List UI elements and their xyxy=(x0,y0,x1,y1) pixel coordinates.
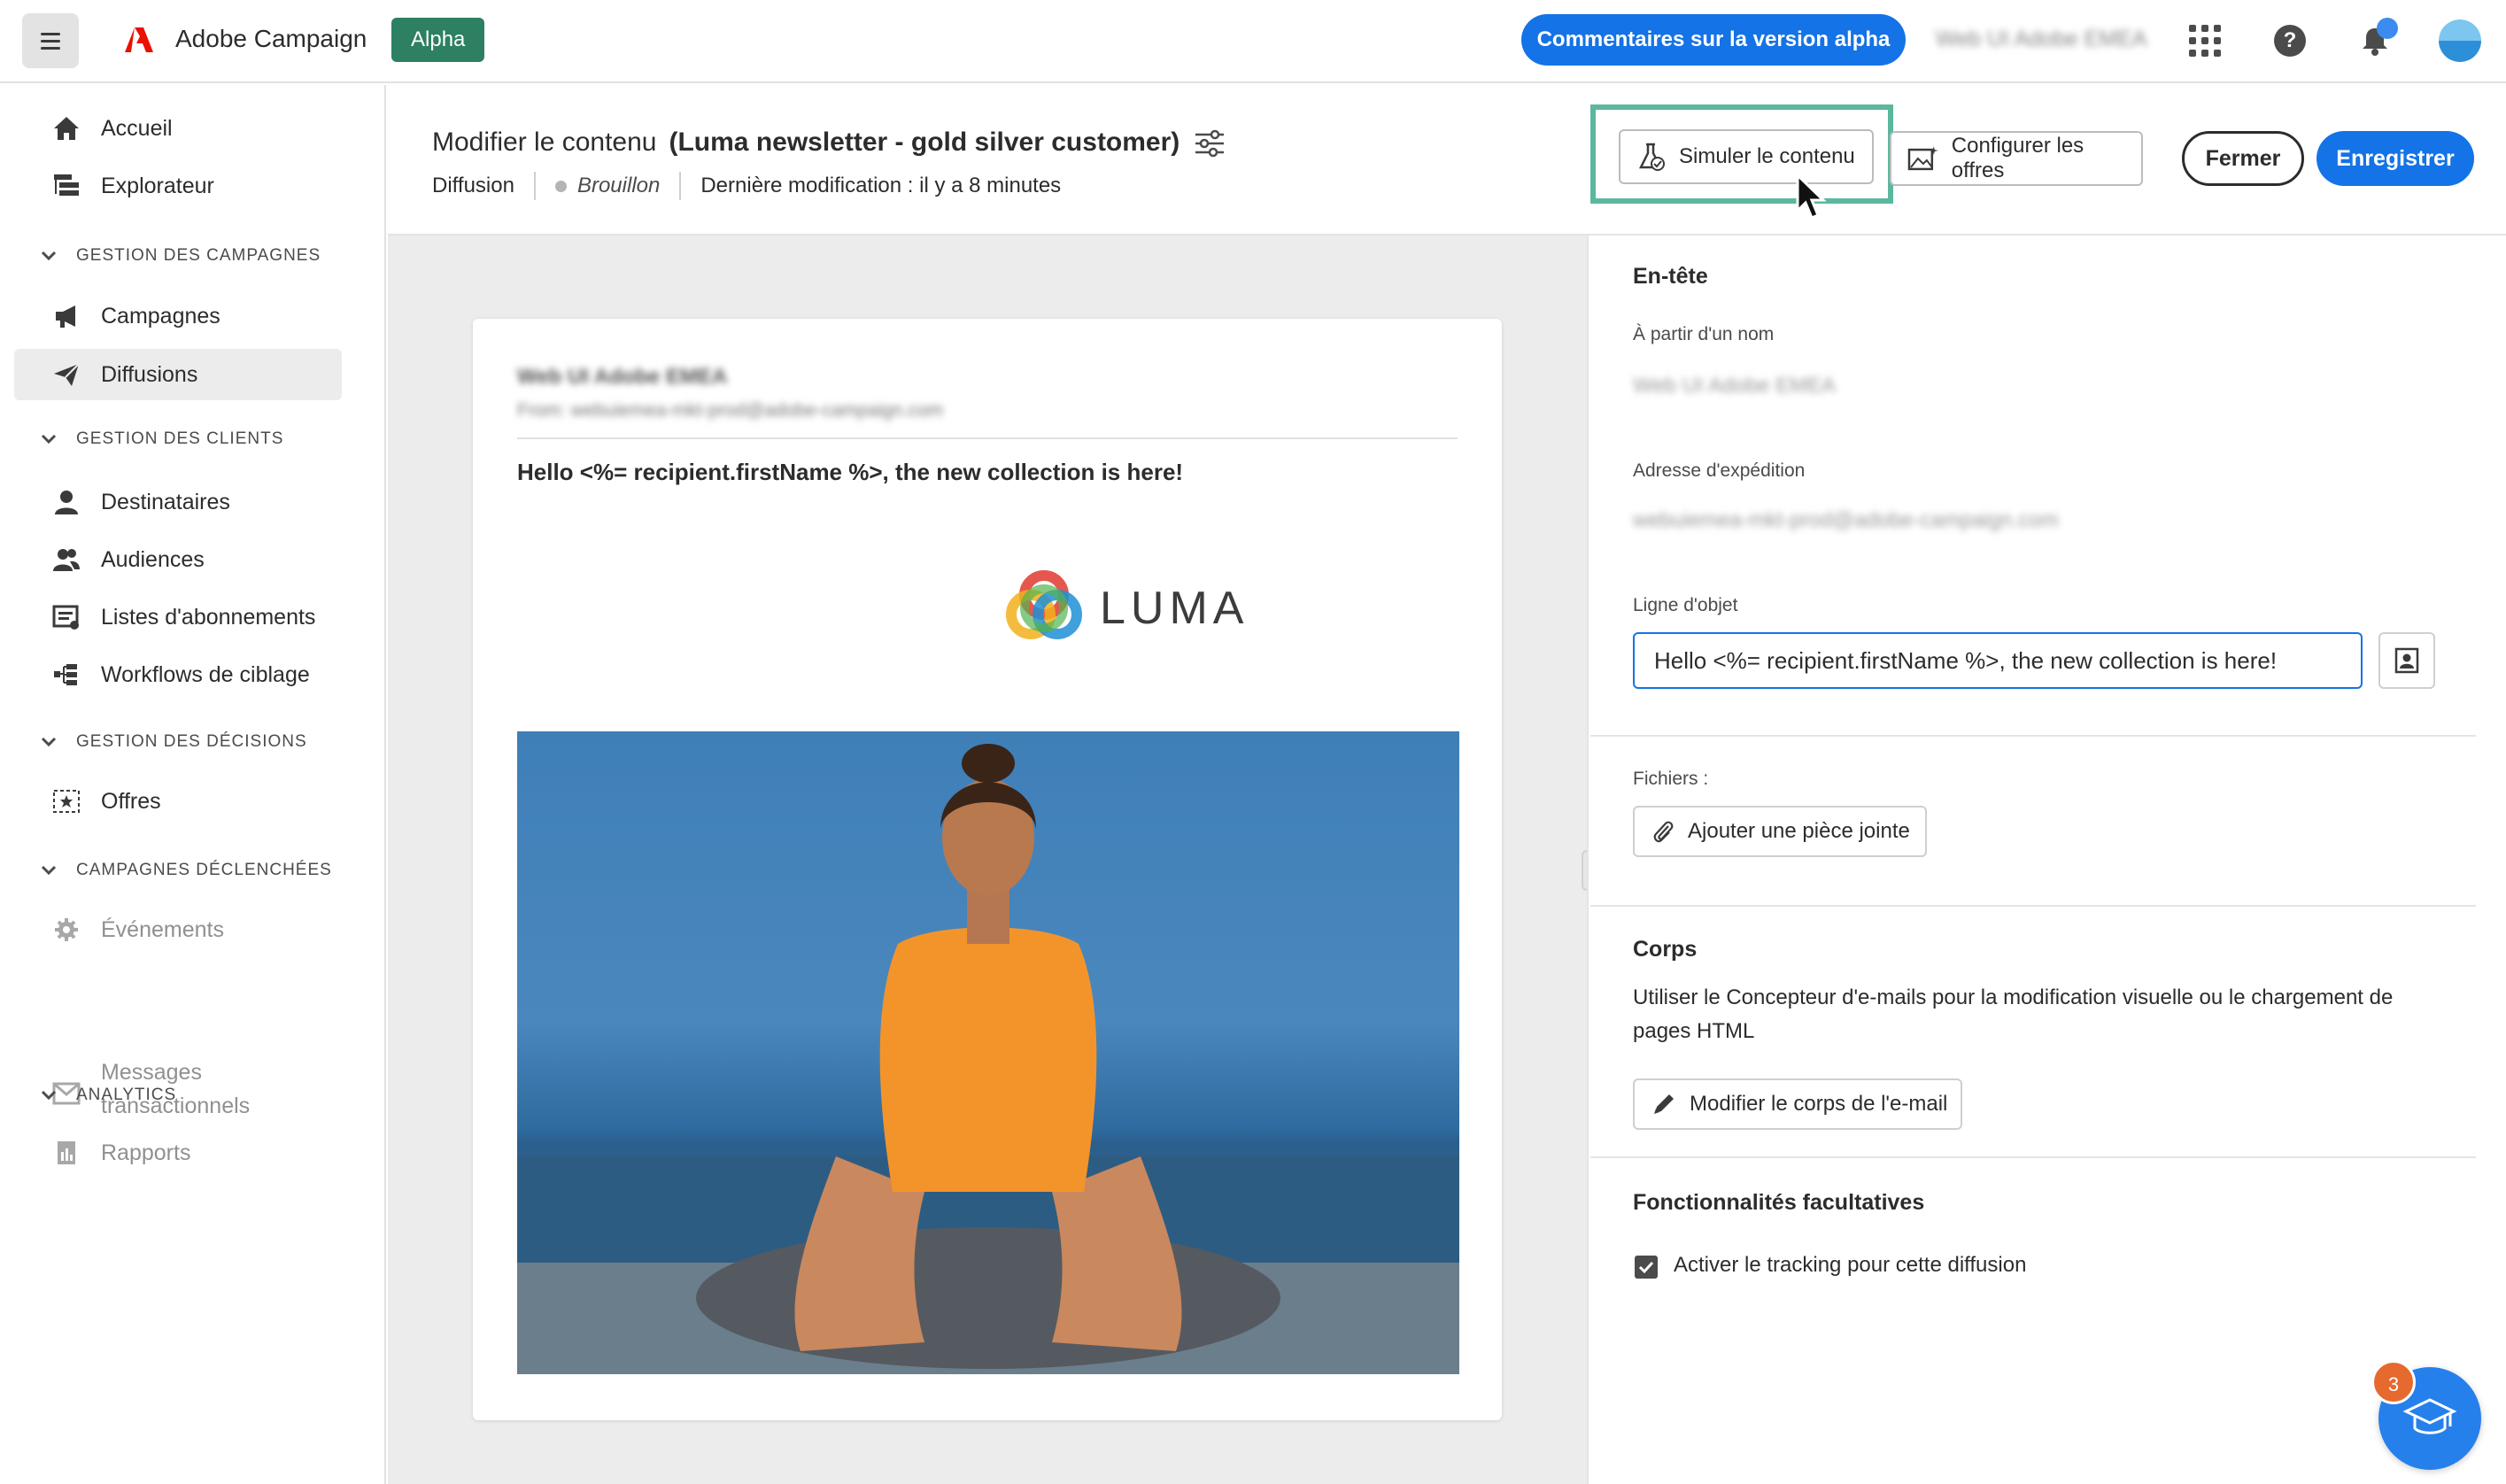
learn-count-badge: 3 xyxy=(2371,1360,2416,1404)
sidebar-item-workflows[interactable]: Workflows de ciblage xyxy=(14,649,342,700)
personalize-button[interactable] xyxy=(2378,632,2435,689)
section-decisions[interactable]: GESTION DES DÉCISIONS xyxy=(39,729,307,755)
tracking-label[interactable]: Activer le tracking pour cette diffusion xyxy=(1674,1253,2026,1278)
section-campaigns[interactable]: GESTION DES CAMPAGNES xyxy=(39,243,321,269)
notification-dot xyxy=(2377,18,2398,39)
sidebar-item-campaigns[interactable]: Campagnes xyxy=(14,290,342,342)
contact-card-icon xyxy=(2394,647,2419,674)
report-icon xyxy=(58,1141,75,1164)
gear-icon xyxy=(55,918,78,941)
user-icon xyxy=(55,491,78,514)
settings-sliders-icon[interactable] xyxy=(1192,126,1227,161)
sidebar-item-deliveries[interactable]: Diffusions xyxy=(14,349,342,400)
workflow-icon xyxy=(54,664,77,685)
sidebar-item-reports[interactable]: Rapports xyxy=(14,1127,342,1179)
from-address-value: webuiemea-mkt-prod@adobe-campaign.com xyxy=(1633,508,2059,532)
email-preview-card: Web UI Adobe EMEA From: webuiemea-mkt-pr… xyxy=(473,319,1502,1420)
luma-logo-icon xyxy=(1006,570,1082,639)
mouse-cursor-icon xyxy=(1796,174,1827,220)
sidebar-item-recipients[interactable]: Destinataires xyxy=(14,476,342,528)
offer-icon xyxy=(53,790,80,813)
sidebar: Accueil Explorateur GESTION DES CAMPAGNE… xyxy=(0,85,386,1484)
megaphone-icon xyxy=(56,305,75,328)
last-modified: Dernière modification : il y a 8 minutes xyxy=(700,174,1062,197)
menu-icon[interactable] xyxy=(22,13,79,68)
chevron-down-icon xyxy=(41,251,57,261)
alpha-badge: Alpha xyxy=(391,18,485,62)
chevron-down-icon xyxy=(41,737,57,747)
graduation-cap-icon xyxy=(2402,1398,2457,1434)
app-name[interactable]: Adobe Campaign xyxy=(175,25,367,53)
files-label: Fichiers : xyxy=(1633,769,1709,789)
email-preview-area: Web UI Adobe EMEA From: webuiemea-mkt-pr… xyxy=(388,236,1587,1484)
preview-from-address: From: webuiemea-mkt-prod@adobe-campaign.… xyxy=(517,400,944,421)
email-body-preview[interactable]: LUMA xyxy=(517,517,1459,1374)
properties-panel: En-tête À partir d'un nom Web UI Adobe E… xyxy=(1587,236,2506,1484)
close-button[interactable]: Fermer xyxy=(2182,131,2304,186)
delivery-meta: Diffusion Brouillon Dernière modificatio… xyxy=(432,172,1061,200)
send-icon xyxy=(54,363,80,386)
configure-offers-button[interactable]: Configurer les offres xyxy=(1890,131,2143,186)
org-switcher[interactable]: Web UI Adobe EMEA xyxy=(1936,27,2147,52)
status-dot xyxy=(554,180,567,192)
sidebar-item-explorer[interactable]: Explorateur xyxy=(14,160,342,212)
from-name-label: À partir d'un nom xyxy=(1633,324,1775,344)
from-name-value: Web UI Adobe EMEA xyxy=(1633,374,1837,398)
home-icon xyxy=(54,117,79,140)
paperclip-icon xyxy=(1653,821,1674,843)
delivery-name: (Luma newsletter - gold silver customer) xyxy=(669,128,1180,157)
sidebar-item-audiences[interactable]: Audiences xyxy=(14,534,342,585)
chevron-down-icon xyxy=(41,865,57,876)
header-section-title: En-tête xyxy=(1633,264,1708,289)
checkmark-icon xyxy=(1638,1261,1654,1274)
pencil-icon xyxy=(1654,1094,1674,1114)
divider xyxy=(1590,735,2476,737)
sidebar-item-home[interactable]: Accueil xyxy=(14,103,342,154)
yoga-woman-illustration xyxy=(517,744,1459,1374)
section-triggered[interactable]: CAMPAGNES DÉCLENCHÉES xyxy=(39,857,332,884)
list-icon xyxy=(52,605,79,630)
sidebar-item-subscriptions[interactable]: Listes d'abonnements xyxy=(14,591,342,643)
page-title: Modifier le contenu (Luma newsletter - go… xyxy=(432,128,1180,157)
preview-from-name: Web UI Adobe EMEA xyxy=(517,365,728,389)
feedback-button[interactable]: Commentaires sur la version alpha xyxy=(1521,14,1906,66)
sidebar-item-events[interactable]: Événements xyxy=(14,904,342,955)
body-section-title: Corps xyxy=(1633,937,1698,962)
explorer-icon xyxy=(54,174,79,196)
section-analytics[interactable]: ANALYTICS xyxy=(39,1082,176,1109)
divider xyxy=(517,437,1458,439)
help-icon[interactable]: ? xyxy=(2274,25,2306,57)
simulate-content-button[interactable]: Simuler le contenu xyxy=(1619,129,1874,184)
subject-input[interactable]: Hello <%= recipient.firstName %>, the ne… xyxy=(1633,632,2363,689)
divider xyxy=(1590,1156,2476,1158)
preview-subject: Hello <%= recipient.firstName %>, the ne… xyxy=(517,459,1184,485)
save-button[interactable]: Enregistrer xyxy=(2317,131,2474,186)
section-customers[interactable]: GESTION DES CLIENTS xyxy=(39,426,283,452)
top-bar: Adobe Campaign Alpha Commentaires sur la… xyxy=(0,0,2506,83)
luma-logo: LUMA xyxy=(1004,568,1249,648)
user-avatar[interactable] xyxy=(2439,19,2481,62)
status-badge: Brouillon xyxy=(576,174,661,197)
chevron-down-icon xyxy=(41,1090,57,1101)
image-offer-icon xyxy=(1907,146,1938,171)
divider xyxy=(1590,905,2476,907)
flask-icon xyxy=(1638,143,1665,171)
users-icon xyxy=(53,549,80,571)
app-grid-icon[interactable] xyxy=(2189,25,2221,57)
optional-features-title: Fonctionnalités facultatives xyxy=(1633,1190,1925,1215)
chevron-down-icon xyxy=(41,434,57,444)
delivery-type: Diffusion xyxy=(432,174,514,197)
add-attachment-button[interactable]: Ajouter une pièce jointe xyxy=(1633,806,1927,857)
sidebar-item-offers[interactable]: Offres xyxy=(14,776,342,827)
body-description: Utiliser le Concepteur d'e-mails pour la… xyxy=(1633,985,2394,1043)
edit-email-body-button[interactable]: Modifier le corps de l'e-mail xyxy=(1633,1078,1962,1130)
tracking-checkbox[interactable] xyxy=(1635,1256,1658,1279)
from-address-label: Adresse d'expédition xyxy=(1633,460,1806,481)
hero-image xyxy=(517,731,1459,1374)
adobe-logo-icon xyxy=(125,27,153,52)
subject-label: Ligne d'objet xyxy=(1633,595,1738,615)
